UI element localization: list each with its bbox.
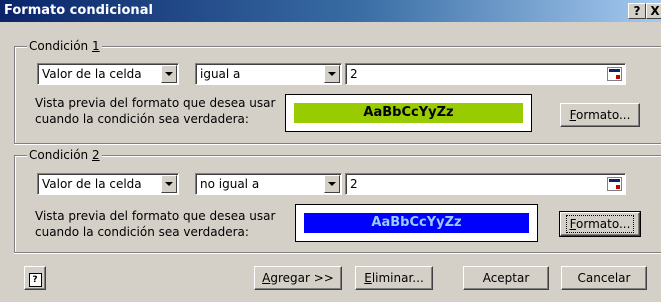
condition-1-type-value: Valor de la celda bbox=[42, 67, 142, 81]
chevron-down-icon[interactable] bbox=[161, 65, 177, 83]
condition-2-value-input[interactable]: 2 bbox=[345, 173, 626, 195]
range-picker-icon[interactable] bbox=[607, 177, 622, 191]
condition-1-description: Vista previa del formato que desea usar … bbox=[35, 96, 276, 126]
condition-1-label: Condición 1 bbox=[27, 39, 102, 53]
range-picker-icon[interactable] bbox=[607, 67, 622, 81]
help-button[interactable]: ? bbox=[24, 266, 46, 290]
chevron-down-icon[interactable] bbox=[161, 175, 177, 193]
title-bar: Formato condicional ? X bbox=[0, 0, 661, 22]
add-button[interactable]: Agregar >> bbox=[254, 266, 342, 290]
help-title-button[interactable]: ? bbox=[628, 3, 646, 19]
condition-1-preview-sample: AaBbCcYyZz bbox=[294, 103, 523, 123]
chevron-down-icon[interactable] bbox=[324, 175, 340, 193]
accept-button[interactable]: Aceptar bbox=[463, 266, 549, 290]
close-button[interactable]: X bbox=[646, 3, 661, 19]
condition-1-operator-value: igual a bbox=[200, 67, 241, 81]
chevron-down-icon[interactable] bbox=[324, 65, 340, 83]
condition-1-type-dropdown[interactable]: Valor de la celda bbox=[37, 63, 179, 85]
condition-1-operator-dropdown[interactable]: igual a bbox=[195, 63, 342, 85]
condition-2-type-dropdown[interactable]: Valor de la celda bbox=[37, 173, 179, 195]
window-title: Formato condicional bbox=[4, 3, 153, 18]
cancel-button[interactable]: Cancelar bbox=[561, 266, 647, 290]
condition-2-value-text: 2 bbox=[350, 177, 358, 191]
condition-2-group: Condición 2 Valor de la celda no igual a… bbox=[14, 148, 661, 253]
condition-2-type-value: Valor de la celda bbox=[42, 177, 142, 191]
condition-1-group: Condición 1 Valor de la celda igual a 2 … bbox=[14, 39, 661, 144]
condition-2-preview-sample: AaBbCcYyZz bbox=[304, 213, 529, 233]
condition-2-label: Condición 2 bbox=[27, 148, 102, 162]
condition-1-value-input[interactable]: 2 bbox=[345, 63, 626, 85]
condition-1-value-text: 2 bbox=[350, 67, 358, 81]
condition-2-format-button[interactable]: Formato... bbox=[559, 211, 641, 237]
delete-button[interactable]: Eliminar... bbox=[355, 266, 433, 290]
question-mark-icon: ? bbox=[28, 273, 42, 287]
condition-2-preview: AaBbCcYyZz bbox=[295, 204, 538, 242]
condition-1-preview: AaBbCcYyZz bbox=[285, 94, 532, 132]
condition-1-format-button[interactable]: Formato... bbox=[560, 103, 640, 127]
condition-2-operator-dropdown[interactable]: no igual a bbox=[195, 173, 342, 195]
condition-2-description: Vista previa del formato que desea usar … bbox=[35, 209, 276, 239]
condition-2-operator-value: no igual a bbox=[200, 177, 260, 191]
